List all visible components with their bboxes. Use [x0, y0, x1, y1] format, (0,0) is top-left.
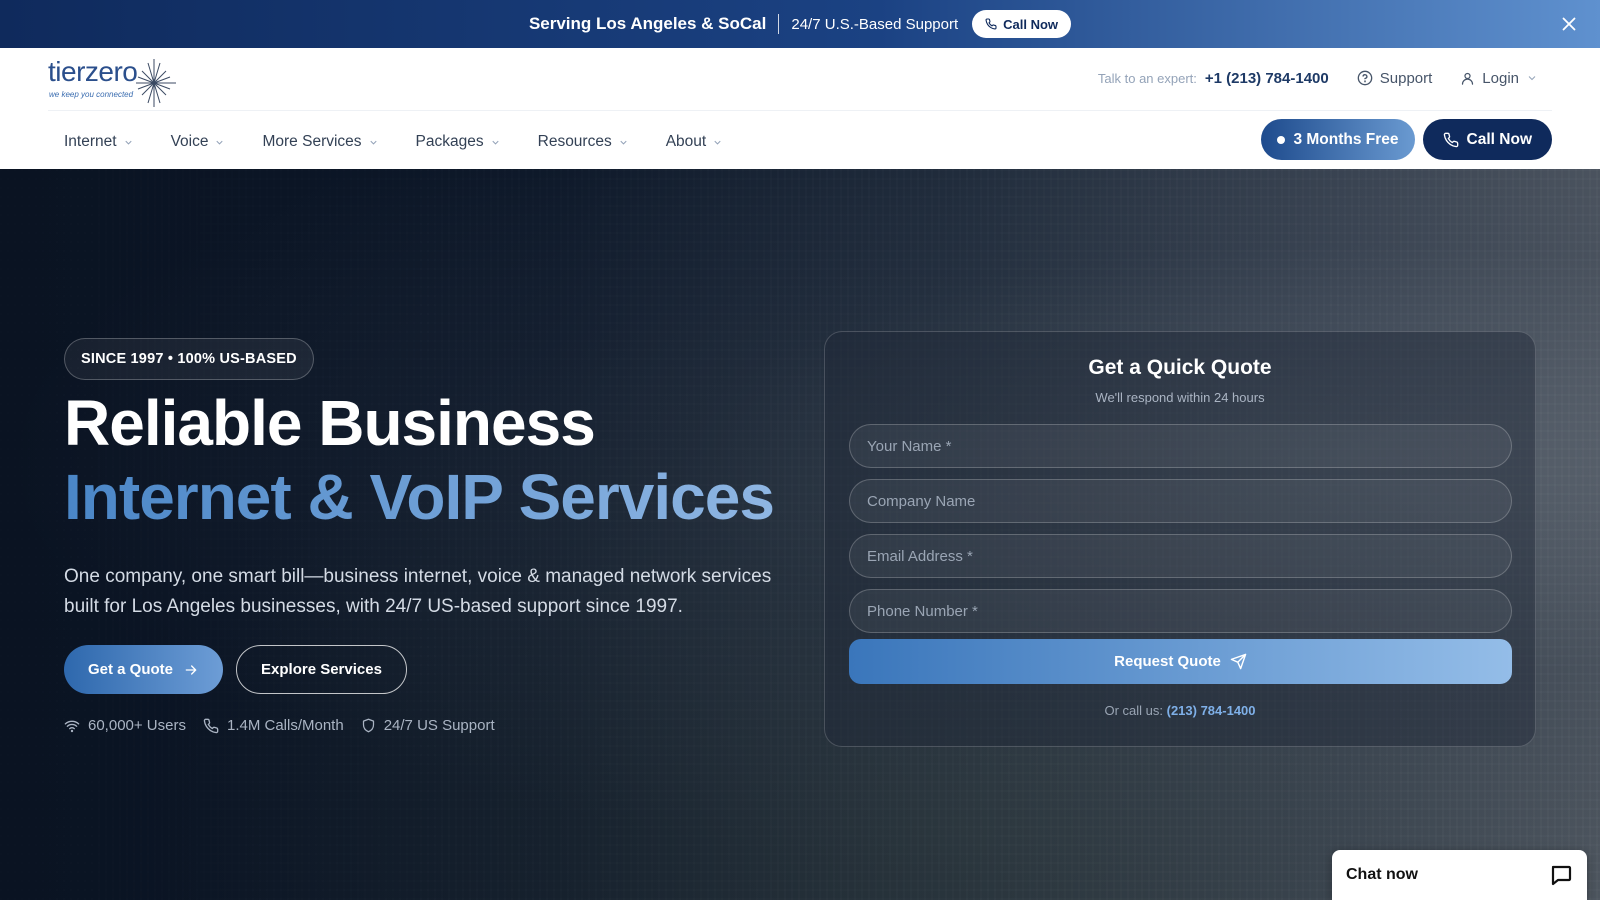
- nav-internet[interactable]: Internet: [64, 130, 134, 154]
- announcement-call-label: Call Now: [1003, 16, 1059, 32]
- shield-icon: [362, 718, 374, 733]
- promo-label: 3 Months Free: [1293, 130, 1399, 148]
- logo-wordmark: tierzero: [48, 56, 138, 87]
- chat-label: Chat now: [1346, 866, 1418, 883]
- login-label: Login: [1482, 69, 1519, 87]
- phone-icon: [203, 718, 219, 733]
- chevron-down-icon: [714, 140, 721, 145]
- talk-to-expert-label: Talk to an expert:: [1097, 70, 1197, 86]
- explore-services-button[interactable]: Explore Services: [236, 645, 407, 694]
- or-call-us: Or call us: (213) 784-1400: [825, 703, 1535, 718]
- stat-label: 60,000+ Users: [88, 717, 186, 734]
- explore-services-label: Explore Services: [261, 661, 382, 678]
- nav-resources[interactable]: Resources: [538, 130, 629, 154]
- main-nav: Internet Voice More Services Packages Re…: [64, 130, 760, 154]
- user-icon: [1462, 72, 1474, 85]
- announcement-call-button[interactable]: Call Now: [972, 10, 1072, 38]
- hero-headline-line1: Reliable Business: [64, 387, 596, 459]
- phone-icon: [985, 18, 997, 30]
- stat-label: 1.4M Calls/Month: [226, 717, 344, 734]
- header-call-button[interactable]: Call Now: [1422, 119, 1552, 160]
- announcement-divider: [778, 14, 780, 34]
- get-quote-button[interactable]: Get a Quote: [64, 645, 224, 694]
- header-actions: 3 Months Free Call Now: [1261, 119, 1552, 160]
- chevron-down-icon: [1528, 76, 1536, 81]
- close-icon[interactable]: [1558, 13, 1580, 35]
- hero-stats: 60,000+ Users 1.4M Calls/Month 24/7 US S…: [64, 717, 495, 734]
- stat-label: 24/7 US Support: [383, 717, 495, 734]
- get-quote-label: Get a Quote: [88, 661, 174, 678]
- nav-label: Packages: [415, 133, 484, 150]
- announcement-region: Serving Los Angeles & SoCal: [528, 14, 767, 33]
- stat-users: 60,000+ Users: [64, 717, 186, 734]
- quote-form-title: Get a Quick Quote: [1088, 356, 1272, 379]
- nav-label: Resources: [537, 133, 612, 150]
- support-label: Support: [1379, 69, 1433, 87]
- chat-widget[interactable]: Chat now: [1332, 850, 1587, 900]
- promo-button[interactable]: 3 Months Free: [1261, 119, 1415, 160]
- chevron-down-icon: [620, 140, 627, 145]
- chevron-down-icon: [124, 140, 132, 145]
- header-divider: [48, 110, 1552, 111]
- nav-label: More Services: [262, 133, 362, 150]
- header-call-label: Call Now: [1466, 130, 1532, 148]
- hero-cta-row: Get a Quote Explore Services: [64, 645, 407, 694]
- request-quote-button[interactable]: Request Quote: [849, 639, 1512, 684]
- nav-label: Voice: [170, 133, 209, 150]
- starburst-icon: [136, 59, 176, 107]
- quote-form-subtitle: We'll respond within 24 hours: [1095, 390, 1265, 405]
- phone-icon: [1443, 132, 1458, 147]
- chevron-down-icon: [216, 140, 224, 145]
- site-header: tierzero we keep you connected Talk to a…: [0, 48, 1600, 169]
- nav-packages[interactable]: Packages: [416, 130, 501, 154]
- dot-icon: [1277, 135, 1286, 144]
- name-field[interactable]: [849, 424, 1512, 468]
- nav-more-services[interactable]: More Services: [262, 130, 378, 154]
- email-field[interactable]: [849, 534, 1512, 578]
- hero-badge: SINCE 1997 • 100% US-BASED: [64, 338, 314, 380]
- send-icon: [1230, 653, 1247, 670]
- wifi-icon: [64, 720, 80, 732]
- chevron-down-icon: [369, 140, 377, 145]
- logo-tagline: we keep you connected: [49, 90, 134, 99]
- support-link[interactable]: Support: [1357, 69, 1433, 87]
- or-call-number-link[interactable]: (213) 784-1400: [1167, 703, 1256, 718]
- or-call-label: Or call us:: [1104, 703, 1163, 718]
- utility-bar: Talk to an expert: +1 (213) 784-1400 Sup…: [1098, 66, 1538, 90]
- stat-support: 24/7 US Support: [361, 717, 495, 734]
- nav-label: Internet: [64, 133, 117, 150]
- hero-headline-line2: Internet & VoIP Services: [64, 461, 775, 533]
- announcement-support: 24/7 U.S.-Based Support: [791, 15, 959, 33]
- company-field[interactable]: [849, 479, 1512, 523]
- quote-form-card: Get a Quick Quote We'll respond within 2…: [824, 331, 1536, 747]
- hero-section: SINCE 1997 • 100% US-BASED Reliable Busi…: [0, 169, 1600, 900]
- logo[interactable]: tierzero we keep you connected: [48, 56, 178, 108]
- arrow-right-icon: [185, 664, 197, 675]
- nav-voice[interactable]: Voice: [171, 130, 226, 154]
- help-circle-icon: [1357, 70, 1373, 86]
- phone-field[interactable]: [849, 589, 1512, 633]
- login-menu[interactable]: Login: [1460, 70, 1538, 87]
- nav-about[interactable]: About: [666, 130, 724, 154]
- stat-calls: 1.4M Calls/Month: [203, 717, 344, 734]
- hero-description: One company, one smart bill—business int…: [64, 566, 772, 617]
- chat-bubble-icon: [1551, 865, 1572, 886]
- nav-label: About: [665, 133, 707, 150]
- chevron-down-icon: [492, 140, 499, 145]
- request-quote-label: Request Quote: [1114, 653, 1221, 670]
- announcement-bar: Serving Los Angeles & SoCal 24/7 U.S.-Ba…: [0, 0, 1600, 48]
- header-phone-link[interactable]: +1 (213) 784-1400: [1205, 70, 1329, 87]
